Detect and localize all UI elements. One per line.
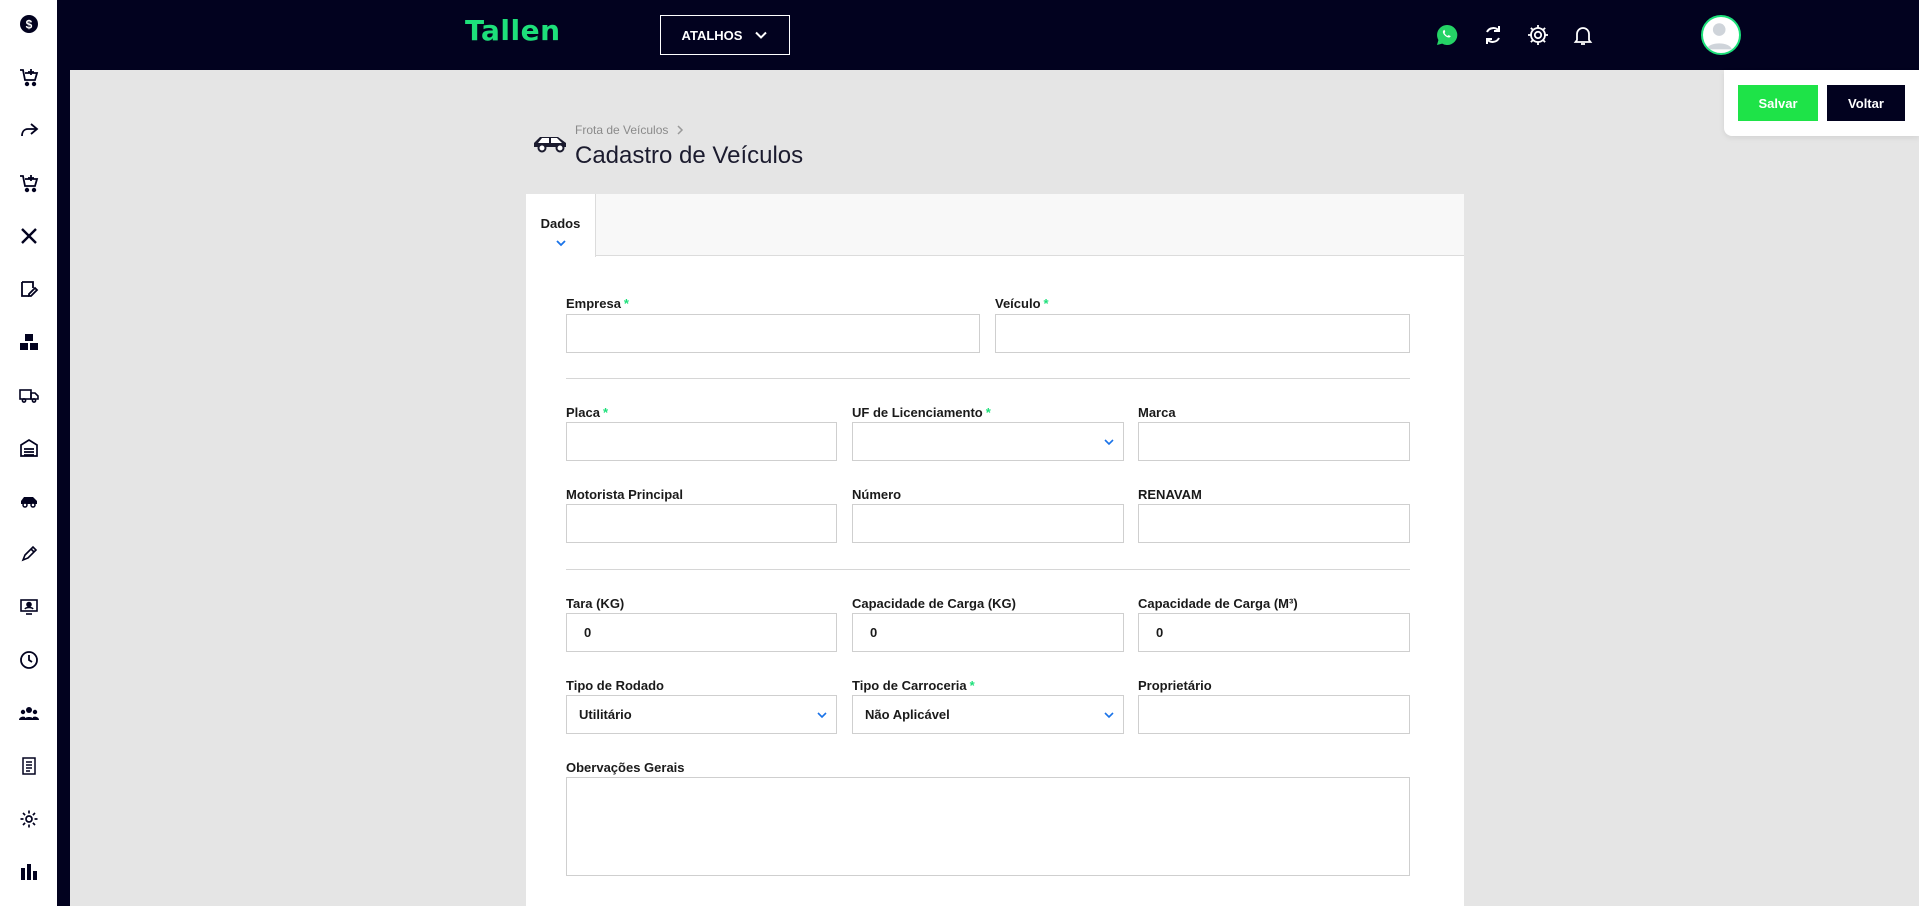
cart-add-icon[interactable] bbox=[14, 168, 44, 198]
tipo-carroceria-value: Não Aplicável bbox=[865, 707, 950, 722]
uf-label: UF de Licenciamento * bbox=[852, 405, 991, 420]
veiculo-input[interactable] bbox=[995, 314, 1410, 353]
capacidade-kg-input[interactable] bbox=[852, 613, 1124, 652]
numero-label: Número bbox=[852, 487, 902, 502]
car-icon[interactable] bbox=[14, 486, 44, 516]
shortcuts-dropdown[interactable]: ATALHOS bbox=[660, 15, 790, 55]
proprietario-input[interactable] bbox=[1138, 695, 1410, 734]
tab-bar: Dados bbox=[526, 194, 1464, 257]
chevron-down-icon bbox=[755, 31, 768, 39]
sidebar: $ bbox=[0, 0, 70, 906]
tab-dados[interactable]: Dados bbox=[526, 194, 596, 257]
observacoes-textarea[interactable] bbox=[566, 777, 1410, 876]
tipo-rodado-label: Tipo de Rodado bbox=[566, 678, 664, 693]
uf-select[interactable] bbox=[852, 422, 1124, 461]
edit-note-icon[interactable] bbox=[14, 274, 44, 304]
monitor-user-icon[interactable] bbox=[14, 592, 44, 622]
gear-icon[interactable] bbox=[1525, 22, 1551, 48]
pen-icon[interactable] bbox=[14, 539, 44, 569]
capacidade-m3-input[interactable] bbox=[1138, 613, 1410, 652]
tipo-carroceria-select[interactable]: Não Aplicável bbox=[852, 695, 1124, 734]
tipo-carroceria-label: Tipo de Carroceria * bbox=[852, 678, 975, 693]
renavam-input[interactable] bbox=[1138, 504, 1410, 543]
motorista-label: Motorista Principal bbox=[566, 487, 684, 502]
bar-chart-icon[interactable] bbox=[14, 857, 44, 887]
top-bar: Tallen ATALHOS bbox=[70, 0, 1919, 70]
marca-label: Marca bbox=[1138, 405, 1176, 420]
chevron-right-icon bbox=[677, 125, 684, 135]
boxes-icon[interactable] bbox=[14, 327, 44, 357]
action-panel: Salvar Voltar bbox=[1724, 70, 1919, 136]
chevron-down-icon bbox=[555, 240, 566, 247]
whatsapp-icon[interactable] bbox=[1434, 22, 1460, 48]
svg-text:$: $ bbox=[26, 18, 33, 32]
placa-input[interactable] bbox=[566, 422, 837, 461]
empresa-label: Empresa * bbox=[566, 296, 629, 311]
dollar-icon[interactable]: $ bbox=[14, 9, 44, 39]
capacidade-kg-label: Capacidade de Carga (KG) bbox=[852, 596, 1016, 611]
breadcrumb: Frota de Veículos bbox=[575, 123, 684, 137]
section-divider bbox=[566, 569, 1410, 570]
page-title: Cadastro de Veículos bbox=[575, 142, 804, 169]
back-button[interactable]: Voltar bbox=[1827, 85, 1905, 121]
tara-label: Tara (KG) bbox=[566, 596, 625, 611]
form-card: Dados Empresa * Veículo * Placa * UF de Lic… bbox=[526, 194, 1464, 906]
bell-icon[interactable] bbox=[1570, 22, 1596, 48]
users-icon[interactable] bbox=[14, 698, 44, 728]
brand-logo[interactable]: Tallen bbox=[465, 14, 561, 47]
truck-icon[interactable] bbox=[14, 380, 44, 410]
tipo-rodado-select[interactable]: Utilitário bbox=[566, 695, 837, 734]
empresa-input[interactable] bbox=[566, 314, 980, 353]
breadcrumb-link[interactable]: Frota de Veículos bbox=[575, 123, 668, 137]
chevron-down-icon bbox=[1104, 439, 1114, 446]
numero-input[interactable] bbox=[852, 504, 1124, 543]
renavam-label: RENAVAM bbox=[1138, 487, 1202, 502]
placa-label: Placa * bbox=[566, 405, 609, 420]
chevron-down-icon bbox=[817, 712, 827, 719]
tipo-rodado-value: Utilitário bbox=[579, 707, 632, 722]
warehouse-icon[interactable] bbox=[14, 433, 44, 463]
sidebar-stripe bbox=[57, 0, 70, 906]
section-divider bbox=[566, 378, 1410, 379]
share-arrow-icon[interactable] bbox=[14, 115, 44, 145]
chevron-down-icon bbox=[1104, 712, 1114, 719]
refresh-icon[interactable] bbox=[1480, 22, 1506, 48]
tools-icon[interactable] bbox=[14, 221, 44, 251]
car-icon bbox=[534, 137, 566, 153]
clock-icon[interactable] bbox=[14, 645, 44, 675]
proprietario-label: Proprietário bbox=[1138, 678, 1212, 693]
cart-add-icon[interactable] bbox=[14, 62, 44, 92]
observacoes-label: Obervações Gerais bbox=[566, 760, 685, 775]
avatar[interactable] bbox=[1701, 15, 1741, 55]
capacidade-m3-label: Capacidade de Carga (M³) bbox=[1138, 596, 1298, 611]
marca-input[interactable] bbox=[1138, 422, 1410, 461]
veiculo-label: Veículo * bbox=[995, 296, 1049, 311]
tara-input[interactable] bbox=[566, 613, 837, 652]
gear-icon[interactable] bbox=[14, 804, 44, 834]
document-list-icon[interactable] bbox=[14, 751, 44, 781]
shortcuts-label: ATALHOS bbox=[681, 27, 743, 43]
save-button[interactable]: Salvar bbox=[1738, 85, 1818, 121]
motorista-input[interactable] bbox=[566, 504, 837, 543]
tab-label: Dados bbox=[540, 216, 581, 231]
